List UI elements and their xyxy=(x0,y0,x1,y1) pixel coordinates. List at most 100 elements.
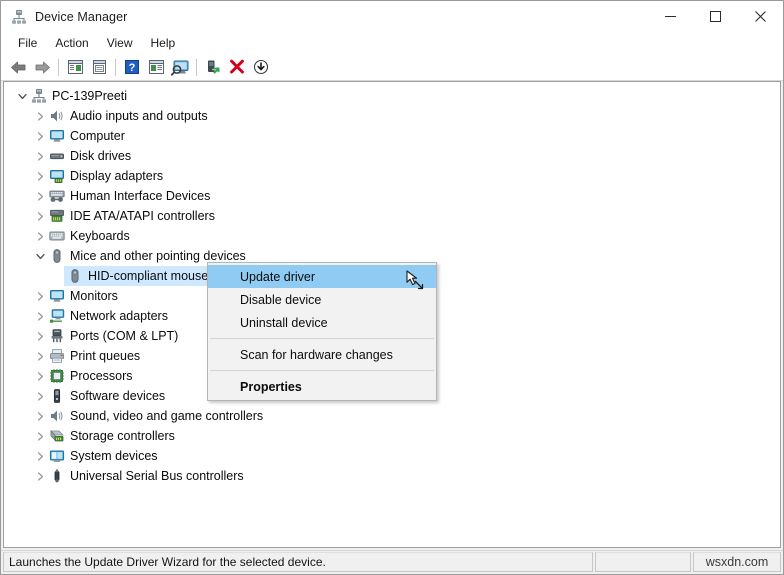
chevron-right-icon[interactable] xyxy=(32,206,48,226)
maximize-button[interactable] xyxy=(693,1,738,32)
disk-drive-icon xyxy=(48,148,66,164)
chevron-right-icon[interactable] xyxy=(32,346,48,366)
toolbar-separator xyxy=(115,58,116,76)
tree-item-label: Computer xyxy=(70,129,125,143)
tree-item-label: Storage controllers xyxy=(70,429,175,443)
back-button[interactable] xyxy=(6,56,30,79)
network-adapter-icon xyxy=(48,308,66,324)
context-menu[interactable]: Update driver Disable device Uninstall dev… xyxy=(207,262,437,401)
scan-for-hardware-changes-button[interactable] xyxy=(168,56,192,79)
tree-item-label: PC-139Preeti xyxy=(52,89,128,103)
context-menu-item[interactable]: Properties xyxy=(208,375,436,398)
chevron-right-icon[interactable] xyxy=(32,446,48,466)
help-button[interactable]: ? xyxy=(120,56,144,79)
tree-item-label: Human Interface Devices xyxy=(70,189,211,203)
chevron-right-icon[interactable] xyxy=(32,286,48,306)
tree-item[interactable]: Human Interface Devices xyxy=(4,186,780,206)
ide-controller-icon xyxy=(48,208,66,224)
show-action-pane-button[interactable] xyxy=(144,56,168,79)
chevron-down-icon[interactable] xyxy=(32,246,48,266)
uninstall-device-button[interactable] xyxy=(225,56,249,79)
tree-item[interactable]: Sound, video and game controllers xyxy=(4,406,780,426)
context-menu-item[interactable]: Scan for hardware changes xyxy=(208,343,436,366)
tree-item[interactable]: Disk drives xyxy=(4,146,780,166)
tree-item[interactable]: Display adapters xyxy=(4,166,780,186)
chevron-right-icon[interactable] xyxy=(32,106,48,126)
monitor-icon xyxy=(48,128,66,144)
forward-button[interactable] xyxy=(30,56,54,79)
mouse-icon xyxy=(48,248,66,264)
toolbar-separator xyxy=(58,58,59,76)
title-bar: Device Manager xyxy=(1,1,783,32)
toolbar-separator xyxy=(196,58,197,76)
tree-item-label: Keyboards xyxy=(70,229,130,243)
tree-item-label: Disk drives xyxy=(70,149,132,163)
chevron-right-icon[interactable] xyxy=(32,186,48,206)
context-menu-separator xyxy=(210,338,434,339)
svg-text:?: ? xyxy=(129,62,136,74)
close-button[interactable] xyxy=(738,1,783,32)
tree-item[interactable]: System devices xyxy=(4,446,780,466)
device-manager-icon xyxy=(11,9,27,25)
watermark-text: wsxdn.com xyxy=(705,555,769,569)
chevron-right-icon[interactable] xyxy=(32,386,48,406)
speaker-icon xyxy=(48,408,66,424)
tree-item-label: Print queues xyxy=(70,349,141,363)
context-menu-item[interactable]: Update driver xyxy=(208,265,436,288)
menu-help[interactable]: Help xyxy=(142,34,185,52)
show-hide-console-tree-button[interactable] xyxy=(63,56,87,79)
context-menu-separator xyxy=(210,370,434,371)
tree-item[interactable]: Computer xyxy=(4,126,780,146)
tree-item[interactable]: Audio inputs and outputs xyxy=(4,106,780,126)
computer-root-icon xyxy=(30,88,48,104)
chevron-down-icon[interactable] xyxy=(14,86,30,106)
mouse-icon xyxy=(66,268,84,284)
chevron-right-icon[interactable] xyxy=(32,406,48,426)
tree-item-label: Software devices xyxy=(70,389,166,403)
properties-button[interactable] xyxy=(87,56,111,79)
tree-item-label: Network adapters xyxy=(70,309,168,323)
tree-item-label: IDE ATA/ATAPI controllers xyxy=(70,209,215,223)
minimize-button[interactable] xyxy=(648,1,693,32)
context-menu-item[interactable]: Uninstall device xyxy=(208,311,436,334)
tree-item-label: Mice and other pointing devices xyxy=(70,249,246,263)
chevron-right-icon[interactable] xyxy=(32,146,48,166)
tree-item-label: Universal Serial Bus controllers xyxy=(70,469,244,483)
port-icon xyxy=(48,328,66,344)
chevron-right-icon[interactable] xyxy=(32,366,48,386)
chevron-right-icon[interactable] xyxy=(32,426,48,446)
menu-file[interactable]: File xyxy=(9,34,46,52)
chevron-right-icon[interactable] xyxy=(32,466,48,486)
tree-item-label: Display adapters xyxy=(70,169,164,183)
tree-item-label: Audio inputs and outputs xyxy=(70,109,208,123)
chevron-right-icon[interactable] xyxy=(32,166,48,186)
tree-item-label: HID-compliant mouse xyxy=(88,269,209,283)
tree-item[interactable]: Storage controllers xyxy=(4,426,780,446)
tree-item-label: Sound, video and game controllers xyxy=(70,409,264,423)
processor-icon xyxy=(48,368,66,384)
chevron-right-icon[interactable] xyxy=(32,306,48,326)
menu-view[interactable]: View xyxy=(98,34,142,52)
disable-device-button[interactable] xyxy=(249,56,273,79)
chevron-right-icon[interactable] xyxy=(32,226,48,246)
tree-item[interactable]: PC-139Preeti xyxy=(4,86,780,106)
system-device-icon xyxy=(48,448,66,464)
tree-item[interactable]: IDE ATA/ATAPI controllers xyxy=(4,206,780,226)
chevron-right-icon[interactable] xyxy=(32,126,48,146)
chevron-right-icon[interactable] xyxy=(32,326,48,346)
tree-item-label: System devices xyxy=(70,449,158,463)
menu-action[interactable]: Action xyxy=(46,34,97,52)
device-manager-window: Device Manager File Action View Help ? P… xyxy=(0,0,784,575)
keyboard-icon xyxy=(48,228,66,244)
status-message-pane: Launches the Update Driver Wizard for th… xyxy=(3,552,593,572)
tree-item[interactable]: Keyboards xyxy=(4,226,780,246)
printer-icon xyxy=(48,348,66,364)
tree-item[interactable]: Universal Serial Bus controllers xyxy=(4,466,780,486)
context-menu-item[interactable]: Disable device xyxy=(208,288,436,311)
update-driver-button[interactable] xyxy=(201,56,225,79)
hid-icon xyxy=(48,188,66,204)
window-controls xyxy=(648,1,783,32)
display-adapter-icon xyxy=(48,168,66,184)
toolbar: ? xyxy=(1,54,783,81)
status-bar: Launches the Update Driver Wizard for th… xyxy=(1,550,783,574)
